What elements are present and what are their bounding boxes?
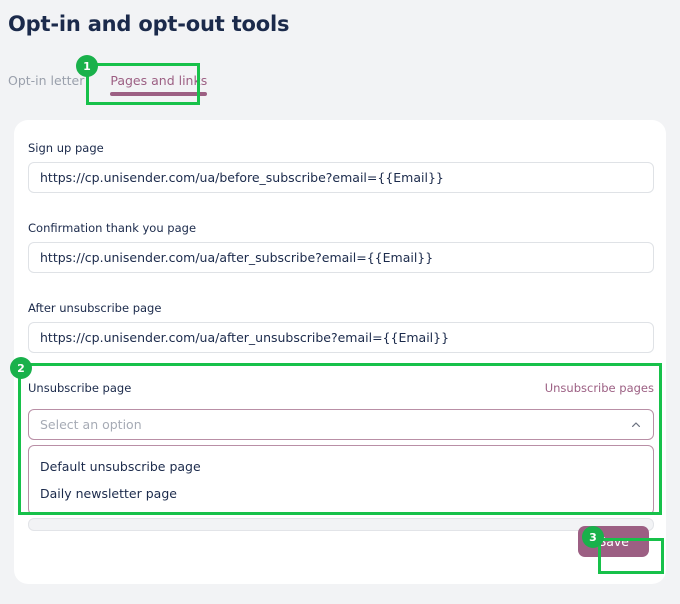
annotation-highlight-3: [598, 538, 664, 574]
field-confirmation-thank-you-page: Confirmation thank you page: [28, 221, 654, 273]
field-after-unsubscribe-page-label: After unsubscribe page: [28, 301, 162, 315]
confirmation-thank-you-page-input[interactable]: [28, 242, 654, 273]
annotation-highlight-1: [86, 63, 200, 105]
annotation-badge-2: 2: [10, 357, 32, 379]
field-sign-up-page: Sign up page: [28, 141, 654, 193]
annotation-badge-3: 3: [582, 526, 604, 548]
field-sign-up-page-label: Sign up page: [28, 141, 104, 155]
field-after-unsubscribe-page: After unsubscribe page: [28, 301, 654, 353]
sign-up-page-input[interactable]: [28, 162, 654, 193]
obscured-input-behind-dropdown: [28, 518, 654, 531]
field-confirmation-thank-you-page-label: Confirmation thank you page: [28, 221, 197, 235]
annotation-badge-1: 1: [76, 55, 98, 77]
after-unsubscribe-page-input[interactable]: [28, 322, 654, 353]
tab-opt-in-letter[interactable]: Opt-in letter: [8, 70, 84, 98]
annotation-highlight-2: [18, 363, 662, 515]
page-title: Opt-in and opt-out tools: [8, 12, 290, 36]
